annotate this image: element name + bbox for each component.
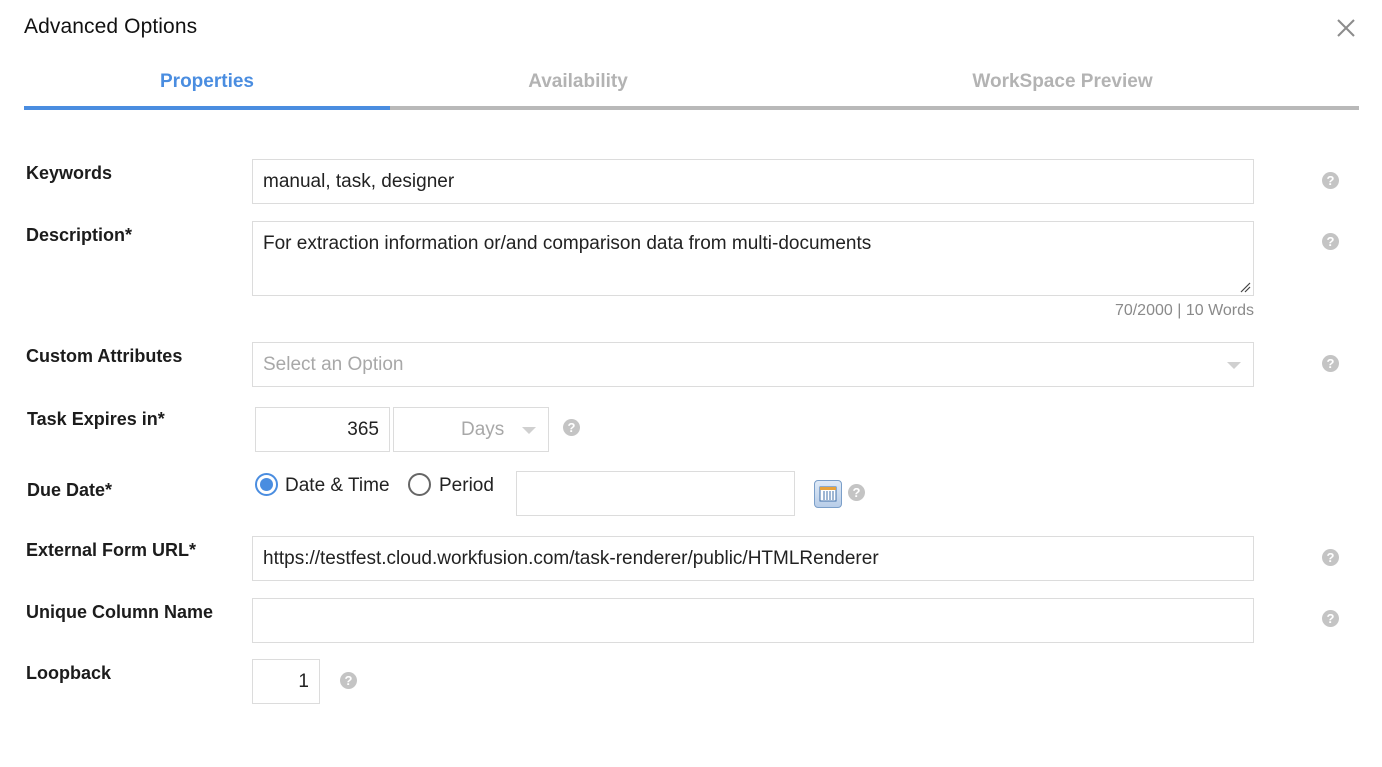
unique-column-name-label: Unique Column Name <box>26 602 214 622</box>
advanced-options-dialog: Advanced Options Properties Availability… <box>0 0 1382 767</box>
tab-workspace-preview[interactable]: WorkSpace Preview <box>766 58 1359 106</box>
description-help-icon[interactable]: ? <box>1322 233 1339 250</box>
tab-availability[interactable]: Availability <box>390 58 766 106</box>
dialog-title: Advanced Options <box>24 15 198 38</box>
chevron-down-icon <box>1227 362 1241 369</box>
description-label: Description* <box>26 225 133 245</box>
keywords-label: Keywords <box>26 163 113 183</box>
task-expires-unit-value: Days <box>461 418 505 440</box>
task-expires-label: Task Expires in* <box>27 409 165 429</box>
close-icon <box>1337 19 1355 37</box>
custom-attributes-placeholder: Select an Option <box>263 353 404 375</box>
external-form-url-input[interactable]: https://testfest.cloud.workfusion.com/ta… <box>252 536 1254 581</box>
loopback-input[interactable]: 1 <box>252 659 320 704</box>
tab-bar: Properties Availability WorkSpace Previe… <box>24 58 1359 110</box>
radio-date-time-label[interactable]: Date & Time <box>285 475 390 497</box>
unique-column-name-input[interactable] <box>252 598 1254 643</box>
task-expires-unit-select[interactable]: Days <box>393 407 549 452</box>
due-date-input[interactable] <box>516 471 795 516</box>
loopback-label: Loopback <box>26 663 112 683</box>
calendar-icon <box>819 486 837 502</box>
close-button[interactable] <box>1333 15 1359 41</box>
chevron-down-icon <box>522 427 536 434</box>
radio-period[interactable] <box>408 473 431 496</box>
description-counter: 70/2000 | 10 Words <box>1114 302 1254 319</box>
custom-attributes-label: Custom Attributes <box>26 346 183 366</box>
unique-column-name-help-icon[interactable]: ? <box>1322 610 1339 627</box>
radio-period-label[interactable]: Period <box>439 475 494 497</box>
external-form-url-label: External Form URL* <box>26 540 197 560</box>
active-tab-indicator <box>24 106 390 110</box>
custom-attributes-help-icon[interactable]: ? <box>1322 355 1339 372</box>
due-date-help-icon[interactable]: ? <box>848 484 865 501</box>
tab-properties[interactable]: Properties <box>24 58 390 106</box>
loopback-help-icon[interactable]: ? <box>340 672 357 689</box>
description-text: For extraction information or/and compar… <box>263 233 872 254</box>
calendar-button[interactable] <box>814 480 842 508</box>
keywords-help-icon[interactable]: ? <box>1322 172 1339 189</box>
description-textarea[interactable]: For extraction information or/and compar… <box>252 221 1254 296</box>
due-date-label: Due Date* <box>27 480 113 500</box>
radio-date-time[interactable] <box>255 473 278 496</box>
custom-attributes-select[interactable]: Select an Option <box>252 342 1254 387</box>
resize-grip-icon[interactable] <box>1240 282 1251 293</box>
task-expires-input[interactable]: 365 <box>255 407 390 452</box>
external-form-url-help-icon[interactable]: ? <box>1322 549 1339 566</box>
keywords-input[interactable]: manual, task, designer <box>252 159 1254 204</box>
task-expires-help-icon[interactable]: ? <box>563 419 580 436</box>
